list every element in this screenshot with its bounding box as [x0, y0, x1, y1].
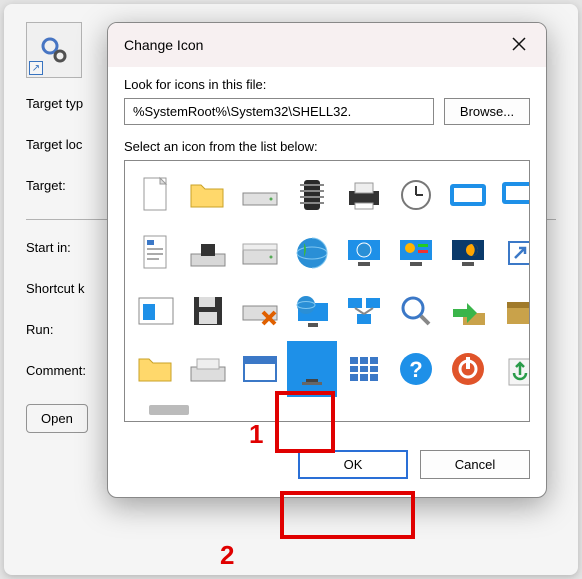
document-icon[interactable] [131, 225, 181, 281]
network-monitor-icon[interactable] [339, 225, 389, 281]
window-shortcut-icon[interactable]: ↗ [495, 167, 530, 223]
external-drive-icon[interactable] [183, 341, 233, 397]
select-icon-label: Select an icon from the list below: [124, 139, 530, 154]
control-panel-icon[interactable] [391, 225, 441, 281]
folder-icon[interactable] [183, 167, 233, 223]
window-icon[interactable] [443, 167, 493, 223]
import-icon[interactable] [443, 283, 493, 339]
svg-text:?: ? [409, 357, 422, 382]
window-layout-icon[interactable] [131, 283, 181, 339]
close-icon [512, 37, 526, 51]
network-icon[interactable] [339, 283, 389, 339]
drive-error-icon[interactable] [235, 283, 285, 339]
help-icon[interactable]: ? [391, 341, 441, 397]
scroll-thumb[interactable] [149, 405, 189, 415]
recycle-icon[interactable] [495, 341, 530, 397]
grid-icon[interactable] [339, 341, 389, 397]
search-icon[interactable] [391, 283, 441, 339]
dialog-title: Change Icon [124, 37, 504, 53]
shortcut-overlay-icon[interactable] [495, 225, 530, 281]
program-window-icon[interactable] [235, 341, 285, 397]
icon-path-input[interactable] [124, 98, 434, 125]
icon-list[interactable]: ↗? [124, 160, 530, 422]
close-button[interactable] [504, 31, 534, 60]
globe-monitor-icon[interactable] [287, 283, 337, 339]
night-mode-icon[interactable] [443, 225, 493, 281]
change-icon-dialog: Change Icon Look for icons in this file:… [107, 22, 547, 498]
drive-icon[interactable] [235, 167, 285, 223]
annotation-label-1: 1 [249, 419, 263, 450]
power-icon[interactable] [443, 341, 493, 397]
package-icon[interactable] [495, 283, 530, 339]
folder-alt-icon[interactable] [131, 341, 181, 397]
annotation-label-2: 2 [220, 540, 234, 571]
browse-button[interactable]: Browse... [444, 98, 530, 125]
floppy-drive-icon[interactable] [183, 225, 233, 281]
chip-icon[interactable] [287, 167, 337, 223]
horizontal-scrollbar[interactable] [131, 403, 529, 417]
dialog-titlebar: Change Icon [108, 23, 546, 67]
hard-drive-icon[interactable] [235, 225, 285, 281]
monitor-icon[interactable] [287, 341, 337, 397]
ok-button[interactable]: OK [298, 450, 408, 479]
globe-icon[interactable] [287, 225, 337, 281]
cancel-button[interactable]: Cancel [420, 450, 530, 479]
save-icon[interactable] [183, 283, 233, 339]
blank-file-icon[interactable] [131, 167, 181, 223]
clock-icon[interactable] [391, 167, 441, 223]
printer-icon[interactable] [339, 167, 389, 223]
look-for-label: Look for icons in this file: [124, 77, 530, 92]
